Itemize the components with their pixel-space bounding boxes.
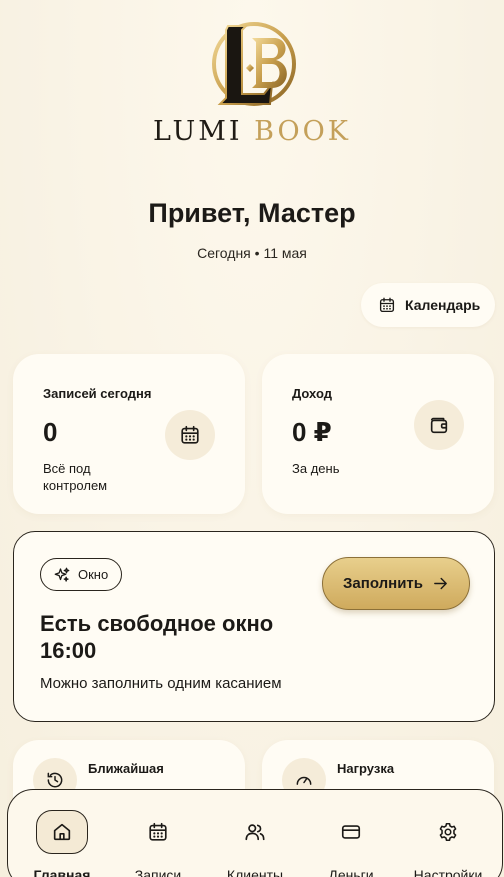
free-slot-card: Окно Заполнить Есть свободное окно 16:00… [13,531,495,722]
lb-monogram-icon [212,22,296,106]
gear-icon [439,822,457,842]
nav-label: Записи [134,867,182,877]
mini-card-title: Нагрузка [337,761,395,776]
nav-icon-wrap [36,810,88,854]
calendar-icon [379,297,395,313]
logo-word-lumi: LUMI [153,116,243,147]
gauge-icon [296,776,312,785]
logo-monogram [202,12,302,116]
page-title: Привет, Мастер [148,198,356,228]
stat-subtitle: За день [292,461,340,476]
stat-title: Записей сегодня [43,386,152,401]
stat-title: Доход [292,386,332,401]
history-icon [47,772,63,788]
sparkles-icon [54,567,70,582]
nav-label: Главная [33,867,91,877]
nav-item-clients[interactable]: Клиенты [207,810,303,877]
calendar-button-label: Календарь [405,297,481,313]
stat-card-income[interactable]: Доход 0 ₽ За день [262,354,494,514]
mini-card-title: Ближайшая [88,761,164,776]
nav-label: Клиенты [226,867,284,877]
chip-label: Окно [78,567,109,582]
stat-icon-wrap [414,400,464,450]
free-slot-chip: Окно [40,558,123,591]
nav-icon-wrap [229,810,281,854]
nav-label: Настройки [413,867,483,877]
calendar-icon [181,425,199,444]
nav-item-home[interactable]: Главная [14,810,110,877]
nav-item-settings[interactable]: Настройки [400,810,496,877]
nav-icon-wrap [422,810,474,854]
arrow-right-icon [434,577,447,590]
calendar-icon [149,822,167,841]
stat-icon-wrap [165,410,215,460]
logo-word-book: BOOK [254,116,351,147]
home-icon [53,823,71,841]
nav-item-appointments[interactable]: Записи [110,810,206,877]
fill-slot-button[interactable]: Заполнить [322,557,470,610]
nav-icon-wrap [325,810,377,854]
stat-card-appointments[interactable]: Записей сегодня 0 Всё под контролем [13,354,245,514]
nav-label: Деньги [328,867,374,877]
bottom-nav: Главная Записи Клиенты Деньги Настройки [7,789,503,877]
free-slot-title: Есть свободное окно 16:00 [40,611,274,663]
logo-wordmark: LUMI BOOK [0,116,504,147]
stat-subtitle: Всё под контролем [43,461,108,493]
wallet-icon [430,417,448,434]
users-icon [245,824,265,841]
free-slot-subtitle: Можно заполнить одним касанием [40,675,282,692]
nav-icon-wrap [132,810,184,854]
date-line: Сегодня • 11 мая [197,245,307,261]
credit-card-icon [341,825,361,839]
nav-item-money[interactable]: Деньги [303,810,399,877]
fill-button-label: Заполнить [343,575,423,592]
calendar-button[interactable]: Календарь [361,283,495,327]
